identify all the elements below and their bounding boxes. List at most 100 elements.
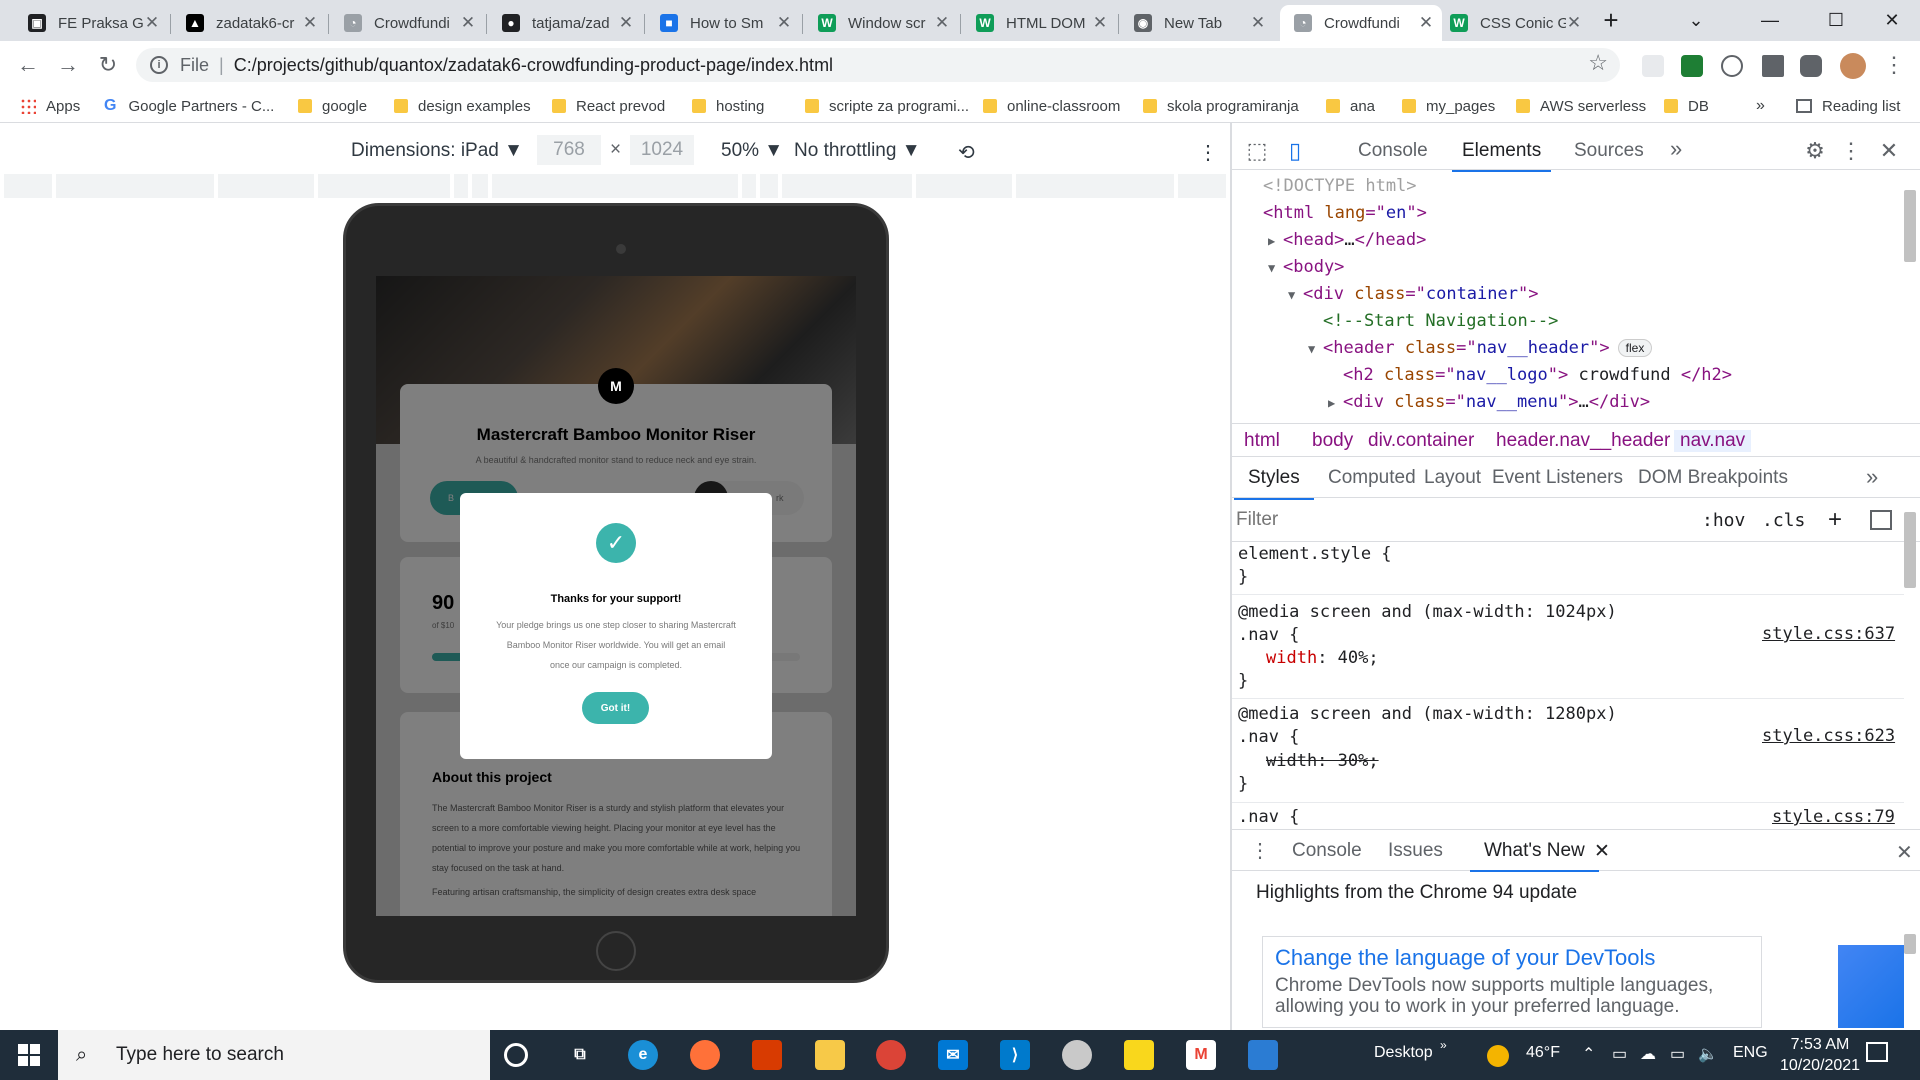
cortana-icon[interactable] [504, 1043, 528, 1067]
source-link-79[interactable]: style.css:79 [1772, 807, 1895, 827]
tab-close-icon[interactable]: ✕ [934, 13, 950, 33]
tab-console[interactable]: Console [1358, 140, 1428, 162]
desktop-chevron-icon[interactable]: » [1440, 1038, 1447, 1052]
bookmark-item[interactable]: google [298, 96, 367, 116]
rule3-selector[interactable]: .nav { [1238, 807, 1299, 827]
chrome-icon[interactable] [876, 1040, 906, 1070]
bookmark-item[interactable]: AWS serverless [1516, 96, 1646, 116]
breadcrumb-item[interactable]: html [1244, 430, 1280, 452]
expand-arrow-icon[interactable]: ▼ [1308, 336, 1323, 363]
tray-chevron-icon[interactable]: ⌃ [1582, 1044, 1595, 1064]
tab-close-icon[interactable]: ✕ [1566, 13, 1582, 33]
bookmark-item[interactable]: Apps [20, 96, 80, 116]
element-style-selector[interactable]: element.style { [1238, 544, 1392, 564]
emulated-page[interactable]: Mastercraft Bamboo Monitor Riser A beaut… [376, 276, 856, 916]
gmail-icon[interactable]: M [1186, 1040, 1216, 1070]
new-tab-icon[interactable]: + [1588, 0, 1634, 41]
file-explorer-icon[interactable] [815, 1040, 845, 1070]
expand-arrow-icon[interactable]: ▼ [1288, 282, 1303, 309]
task-view-icon[interactable]: ⧉ [565, 1040, 595, 1070]
expand-arrow-icon[interactable]: ▶ [1268, 228, 1283, 255]
menu-kebab-icon[interactable]: ⋮ [1878, 49, 1910, 81]
dom-node[interactable]: ▼ <body> [1268, 254, 1344, 282]
bookmark-item[interactable]: DB [1664, 96, 1709, 116]
new-rule-icon[interactable]: + [1828, 506, 1842, 534]
browser-tab[interactable]: ◔ Crowdfundi ✕ [330, 5, 484, 41]
breadcrumb-item[interactable]: nav.nav [1674, 430, 1752, 452]
flex-badge[interactable]: flex [1617, 339, 1653, 357]
bookmark-item[interactable]: React prevod [552, 96, 665, 116]
close-whats-new-icon[interactable]: ✕ [1594, 840, 1610, 863]
styles-more-icon[interactable]: » [1866, 464, 1878, 490]
mail-icon[interactable]: ✉ [938, 1040, 968, 1070]
tab-elements[interactable]: Elements [1451, 140, 1552, 172]
sticky-notes-icon[interactable] [1124, 1040, 1154, 1070]
notifications-icon[interactable] [1866, 1042, 1888, 1062]
drawer-scrollbar[interactable] [1904, 934, 1916, 954]
breadcrumb-item[interactable]: header.nav__header [1496, 430, 1670, 452]
styles-subtab[interactable]: Layout [1424, 467, 1481, 489]
dimensions-select[interactable]: Dimensions: iPad ▼ [351, 140, 523, 162]
info-icon[interactable]: i [150, 56, 168, 74]
tab-sources[interactable]: Sources [1574, 140, 1644, 162]
star-icon[interactable]: ☆ [1588, 50, 1608, 76]
styles-filter-input[interactable] [1236, 504, 1686, 536]
weather-temp[interactable]: 46°F [1526, 1044, 1560, 1062]
dom-node[interactable]: ▶ <div class="nav__menu">…</div> [1328, 389, 1650, 413]
excel-extension-icon[interactable] [1681, 55, 1703, 77]
expand-arrow-icon[interactable]: ▶ [1328, 390, 1343, 413]
rotate-icon[interactable]: ⟲ [958, 140, 975, 165]
height-input[interactable]: 1024 [630, 135, 694, 165]
media-query-ruler[interactable] [0, 174, 1230, 198]
dom-node[interactable]: ▶ <head>…</head> [1268, 227, 1426, 255]
throttling-select[interactable]: No throttling ▼ [794, 140, 921, 162]
hov-toggle[interactable]: :hov [1702, 510, 1745, 531]
address-bar[interactable]: i File | C:/projects/github/quantox/zada… [136, 48, 1620, 82]
maximize-icon[interactable]: ☐ [1813, 0, 1859, 41]
reload-icon[interactable]: ↻ [92, 49, 124, 81]
tab-close-icon[interactable]: ✕ [1250, 13, 1266, 33]
tab-close-icon[interactable]: ✕ [618, 13, 634, 33]
browser-tab[interactable]: ▲ zadatak6-cr ✕ [172, 5, 326, 41]
edge-icon[interactable]: e [628, 1040, 658, 1070]
more-tabs-icon[interactable]: » [1670, 136, 1682, 162]
desktop-toolbar[interactable]: Desktop [1374, 1044, 1433, 1062]
whats-new-title[interactable]: Change the language of your DevTools [1275, 945, 1655, 971]
cls-toggle[interactable]: .cls [1762, 510, 1805, 531]
taskbar-search[interactable]: ⌕ Type here to search [58, 1030, 490, 1080]
clock[interactable]: 7:53 AM 10/20/2021 [1780, 1034, 1860, 1076]
extension-circle-icon[interactable] [1721, 55, 1743, 77]
bookmark-item[interactable]: G Google Partners - C... [104, 96, 274, 116]
source-link-623[interactable]: style.css:623 [1762, 726, 1895, 746]
styles-subtab[interactable]: Styles [1234, 467, 1314, 500]
tab-close-icon[interactable]: ✕ [144, 13, 160, 33]
styles-subtab[interactable]: Computed [1328, 467, 1416, 489]
close-drawer-icon[interactable]: ✕ [1896, 840, 1913, 865]
puzzle-icon[interactable] [1800, 55, 1822, 77]
device-menu-icon[interactable]: ⋮ [1198, 140, 1218, 165]
dom-scrollbar[interactable] [1904, 190, 1916, 262]
browser-tab[interactable]: ◔ Crowdfundi ✕ [1280, 5, 1442, 41]
browser-tab[interactable]: W Window scr ✕ [804, 5, 958, 41]
expand-arrow-icon[interactable]: ▼ [1268, 255, 1283, 282]
width-input[interactable]: 768 [537, 135, 601, 165]
drawer-menu-icon[interactable]: ⋮ [1250, 838, 1270, 863]
back-icon[interactable]: ← [12, 49, 44, 81]
browser-tab[interactable]: ◉ New Tab ✕ [1120, 5, 1274, 41]
tab-close-icon[interactable]: ✕ [776, 13, 792, 33]
inspect-icon[interactable]: ⬚ [1244, 138, 1270, 164]
breadcrumb-item[interactable]: div.container [1368, 430, 1474, 452]
browser-tab[interactable]: W CSS Conic G ✕ [1436, 5, 1590, 41]
dom-tree[interactable]: <!DOCTYPE html> <html lang="en"> ▶ <head>…<… [1232, 173, 1904, 413]
reading-list[interactable]: Reading list [1796, 96, 1900, 116]
bookmark-item[interactable]: design examples [394, 96, 531, 116]
avatar[interactable] [1840, 53, 1866, 79]
app-icon[interactable] [1062, 1040, 1092, 1070]
battery-icon[interactable]: ▭ [1670, 1044, 1685, 1064]
rule1-selector[interactable]: .nav { [1238, 625, 1299, 645]
cloud-icon[interactable]: ☁ [1640, 1044, 1656, 1064]
volume-icon[interactable]: 🔈 [1698, 1044, 1718, 1064]
dom-node[interactable]: ▼ <header class="nav__header"> flex [1308, 335, 1653, 363]
close-devtools-icon[interactable]: ✕ [1876, 138, 1902, 164]
minimize-icon[interactable]: — [1747, 0, 1793, 41]
